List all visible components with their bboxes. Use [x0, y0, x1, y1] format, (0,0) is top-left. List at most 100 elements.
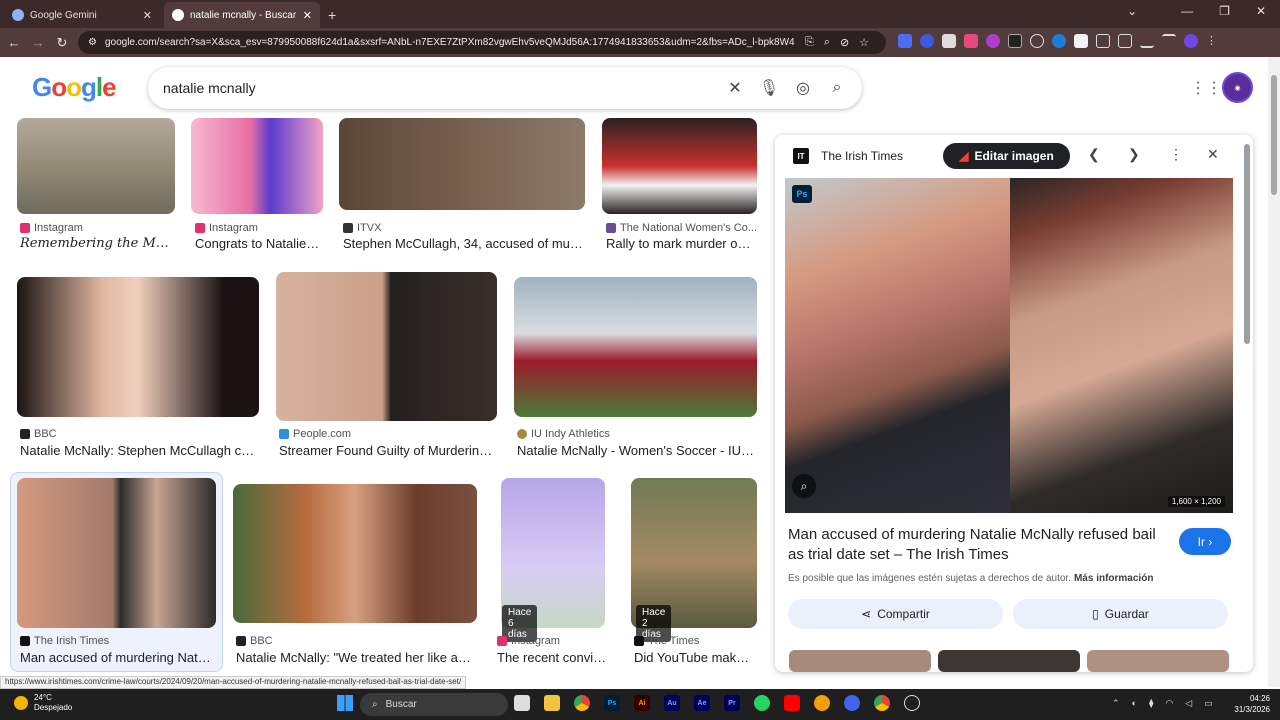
- result-image[interactable]: [339, 118, 585, 210]
- zoom-icon[interactable]: ⌕: [824, 36, 830, 49]
- next-icon[interactable]: ❯: [1128, 146, 1140, 163]
- result-title[interactable]: Stephen McCullagh, 34, accused of murde.…: [343, 236, 583, 251]
- youtube-icon[interactable]: [784, 695, 800, 711]
- extension-icon[interactable]: [942, 34, 956, 48]
- back-icon[interactable]: ←: [2, 35, 26, 50]
- bookmark-star-icon[interactable]: ☆: [859, 36, 869, 49]
- result-title[interactable]: Did YouTube make t...: [634, 650, 756, 665]
- file-explorer-icon[interactable]: [544, 695, 560, 711]
- illustrator-icon[interactable]: Ai: [634, 695, 650, 711]
- forward-icon[interactable]: →: [26, 35, 50, 50]
- close-tab-icon[interactable]: ✕: [303, 9, 312, 22]
- extension-icon[interactable]: [986, 34, 1000, 48]
- translate-icon[interactable]: ⎘: [805, 36, 814, 49]
- new-tab-icon[interactable]: +: [328, 7, 336, 23]
- reload-icon[interactable]: ↻: [50, 35, 74, 51]
- sidepanel-icon[interactable]: [1118, 34, 1132, 48]
- app-icon[interactable]: [904, 695, 920, 711]
- chrome-icon[interactable]: [874, 695, 890, 711]
- site-info-icon[interactable]: ⚙: [88, 37, 97, 48]
- google-logo[interactable]: Google: [32, 72, 117, 103]
- bluetooth-icon[interactable]: ◐: [1132, 698, 1137, 709]
- close-tab-icon[interactable]: ✕: [143, 9, 152, 22]
- camera-lens-icon[interactable]: ◎: [786, 78, 820, 98]
- eye-off-icon[interactable]: ⊘: [840, 36, 849, 49]
- panel-scrollbar[interactable]: [1244, 144, 1250, 344]
- result-image[interactable]: [514, 277, 757, 417]
- premiere-icon[interactable]: Pr: [724, 695, 740, 711]
- visit-button[interactable]: Ir ›: [1179, 528, 1231, 555]
- search-icon[interactable]: ⌕: [820, 79, 854, 97]
- share-button[interactable]: ⋖ Compartir: [788, 599, 1003, 629]
- minimize-icon[interactable]: —: [1181, 4, 1193, 18]
- tab-search-icon[interactable]: ⌄: [1127, 4, 1137, 18]
- result-image[interactable]: [17, 277, 259, 417]
- tab-google-search[interactable]: natalie mcnally - Buscar con Go... ✕: [164, 2, 320, 28]
- avatar[interactable]: ◉: [1222, 72, 1253, 103]
- lens-search-icon[interactable]: ⌕: [792, 474, 816, 498]
- close-window-icon[interactable]: ✕: [1256, 4, 1266, 18]
- save-button[interactable]: ▯ Guardar: [1013, 599, 1228, 629]
- preview-title[interactable]: Man accused of murdering Natalie McNally…: [788, 525, 1168, 565]
- microphone-icon[interactable]: 🎙: [752, 78, 786, 98]
- result-image[interactable]: [17, 478, 216, 628]
- clear-icon[interactable]: ✕: [718, 78, 752, 98]
- previous-icon[interactable]: ❮: [1088, 146, 1100, 163]
- extension-icon[interactable]: [1052, 34, 1066, 48]
- preview-source[interactable]: IT The Irish Times: [793, 148, 903, 164]
- extension-icon[interactable]: [898, 34, 912, 48]
- profile-icon[interactable]: [1184, 34, 1198, 48]
- result-title[interactable]: Congrats to Natalie ...: [195, 236, 320, 251]
- tab-google-gemini[interactable]: Google Gemini ✕: [4, 2, 160, 28]
- audition-icon[interactable]: Au: [664, 695, 680, 711]
- extension-icon[interactable]: [920, 34, 934, 48]
- wifi-icon[interactable]: ◠: [1165, 698, 1173, 709]
- download-icon[interactable]: [1140, 34, 1154, 48]
- result-image[interactable]: [233, 484, 477, 623]
- result-title[interactable]: Rally to mark murder of ...: [606, 236, 754, 251]
- result-title[interactable]: Streamer Found Guilty of Murdering ...: [279, 443, 494, 458]
- related-image[interactable]: [789, 650, 931, 672]
- result-title[interactable]: Natalie McNally: Stephen McCullagh char.…: [20, 443, 258, 458]
- whatsapp-icon[interactable]: [754, 695, 770, 711]
- chrome-icon[interactable]: [574, 695, 590, 711]
- taskbar-search[interactable]: ⌕ Buscar: [360, 693, 508, 716]
- chevron-up-icon[interactable]: ⌃: [1112, 698, 1120, 709]
- after-effects-icon[interactable]: Ae: [694, 695, 710, 711]
- result-image[interactable]: [276, 272, 497, 421]
- photoshop-icon[interactable]: Ps: [604, 695, 620, 711]
- address-bar[interactable]: ⚙ google.com/search?sa=X&sca_esv=8799500…: [78, 31, 886, 54]
- puzzle-icon[interactable]: [1096, 34, 1110, 48]
- microphone-icon[interactable]: ⧫: [1149, 698, 1153, 709]
- result-image[interactable]: [17, 118, 175, 214]
- app-icon[interactable]: [844, 695, 860, 711]
- result-image[interactable]: [191, 118, 323, 214]
- result-title[interactable]: Natalie McNally: "We treated her like a …: [236, 650, 472, 665]
- weather-widget[interactable]: 24°C Despejado: [14, 693, 72, 713]
- battery-icon[interactable]: ▭: [1204, 698, 1213, 709]
- more-options-icon[interactable]: ⋮: [1169, 146, 1183, 163]
- preview-image[interactable]: Ps ⌕ 1,600 × 1,200: [785, 178, 1233, 513]
- result-title[interactable]: Natalie McNally - Women's Soccer - IU In…: [517, 443, 755, 458]
- close-icon[interactable]: ✕: [1207, 146, 1219, 163]
- more-info-link[interactable]: Más información: [1074, 573, 1153, 584]
- menu-lines-icon[interactable]: [1162, 34, 1176, 48]
- app-icon[interactable]: [814, 695, 830, 711]
- extension-icon[interactable]: [1030, 34, 1044, 48]
- result-title[interactable]: Man accused of murdering Natali...: [20, 650, 212, 665]
- task-view-icon[interactable]: [514, 695, 530, 711]
- volume-icon[interactable]: ◁: [1185, 698, 1192, 709]
- result-title[interactable]: The recent convicti...: [497, 650, 612, 665]
- search-input[interactable]: natalie mcnally: [163, 80, 718, 96]
- edit-image-button[interactable]: ◢ Editar imagen: [943, 143, 1070, 169]
- clock[interactable]: 04:26 31/3/2026: [1234, 693, 1270, 715]
- result-image[interactable]: [602, 118, 757, 214]
- result-title[interactable]: Remembering the Mc...: [20, 236, 170, 251]
- more-vert-icon[interactable]: ⋮: [1206, 34, 1220, 48]
- windows-start-icon[interactable]: [337, 695, 353, 711]
- extension-icon[interactable]: [1074, 34, 1088, 48]
- extension-icon[interactable]: [1008, 34, 1022, 48]
- extension-icon[interactable]: [964, 34, 978, 48]
- related-image[interactable]: [1087, 650, 1229, 672]
- page-scrollbar[interactable]: [1268, 57, 1280, 687]
